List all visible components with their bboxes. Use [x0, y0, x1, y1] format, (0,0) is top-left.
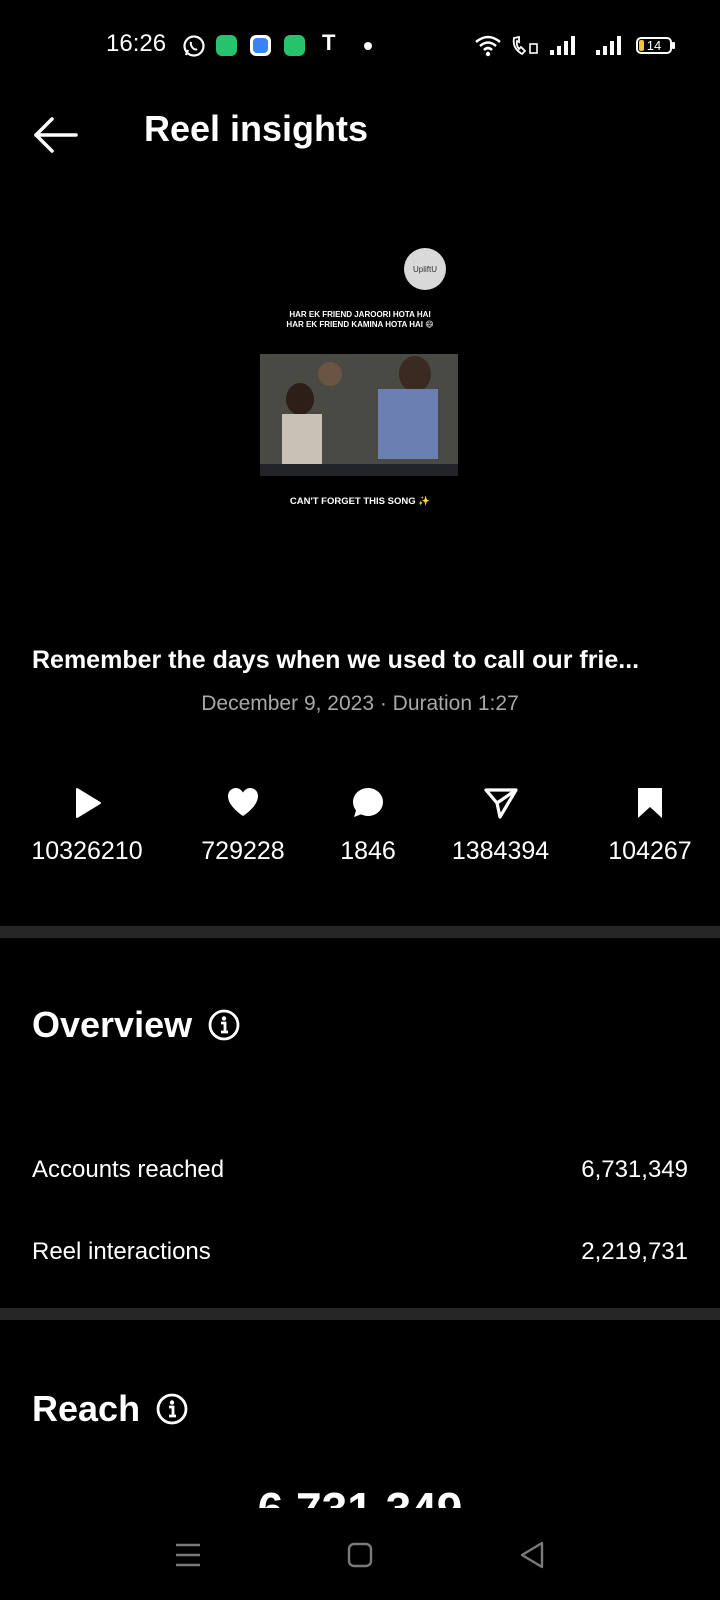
back-triangle-icon[interactable] [516, 1538, 550, 1572]
stat-value: 1846 [340, 837, 396, 865]
whatsapp-icon [183, 35, 205, 57]
wifi-icon [475, 35, 501, 57]
status-time: 16:26 [106, 30, 167, 57]
preview-caption-top: HAR EK FRIEND JAROORI HOTA HAI HAR EK FR… [286, 310, 434, 329]
app-icon-blue [250, 35, 271, 56]
play-icon [76, 788, 101, 818]
reel-thumbnail [260, 354, 458, 476]
overview-heading: Overview [32, 1004, 240, 1046]
stat-value: 1384394 [451, 837, 550, 865]
account-logo: UpliftU [404, 248, 446, 290]
app-icon-green-2 [284, 35, 305, 56]
signal-icon-1 [550, 36, 575, 55]
reel-preview[interactable]: UpliftU HAR EK FRIEND JAROORI HOTA HAI H… [258, 244, 462, 514]
arrow-left-icon[interactable] [32, 110, 82, 160]
info-icon[interactable] [208, 1009, 240, 1041]
section-divider [0, 926, 720, 938]
bookmark-icon [638, 788, 662, 818]
stat-shares: 1384394 [438, 786, 563, 866]
stat-likes: 729228 [183, 786, 303, 866]
signal-icon-2 [596, 36, 621, 55]
reel-interactions-value: 2,219,731 [581, 1238, 688, 1265]
reel-interactions-label: Reel interactions [32, 1238, 211, 1265]
reach-big-value: 6,731,349 [0, 1484, 720, 1508]
heart-icon [228, 788, 258, 816]
stat-comments: 1846 [318, 786, 418, 866]
home-square-icon[interactable] [343, 1538, 377, 1572]
notification-dot-icon [364, 42, 372, 50]
app-icon-green [216, 35, 237, 56]
accounts-reached-value: 6,731,349 [581, 1156, 688, 1183]
reel-title: Remember the days when we used to call o… [32, 646, 640, 674]
system-nav-bar [0, 1510, 720, 1600]
reach-title: Reach [32, 1388, 141, 1429]
reach-heading: Reach [32, 1388, 188, 1430]
section-divider [0, 1308, 720, 1320]
battery-icon: 14 [636, 37, 672, 54]
reel-meta: December 9, 2023 · Duration 1:27 [201, 692, 519, 715]
overview-title: Overview [32, 1004, 193, 1045]
stat-saves: 104267 [590, 786, 710, 866]
info-icon[interactable] [156, 1393, 188, 1425]
battery-tip [672, 42, 675, 49]
battery-level: 14 [646, 38, 662, 53]
share-icon [483, 788, 518, 819]
stat-value: 729228 [201, 837, 285, 865]
stat-plays: 10326210 [22, 786, 152, 866]
menu-icon[interactable] [171, 1538, 205, 1572]
accounts-reached-label: Accounts reached [32, 1156, 225, 1183]
page-title: Reel insights [144, 108, 369, 149]
status-bar: 16:26 T 14 [0, 0, 720, 92]
comment-icon [353, 788, 383, 817]
volte-call-icon [512, 35, 538, 56]
stat-value: 104267 [608, 837, 692, 865]
notification-t-icon: T [322, 30, 336, 55]
preview-caption-bottom: CAN'T FORGET THIS SONG ✨ [289, 496, 431, 507]
stat-value: 10326210 [31, 837, 143, 865]
